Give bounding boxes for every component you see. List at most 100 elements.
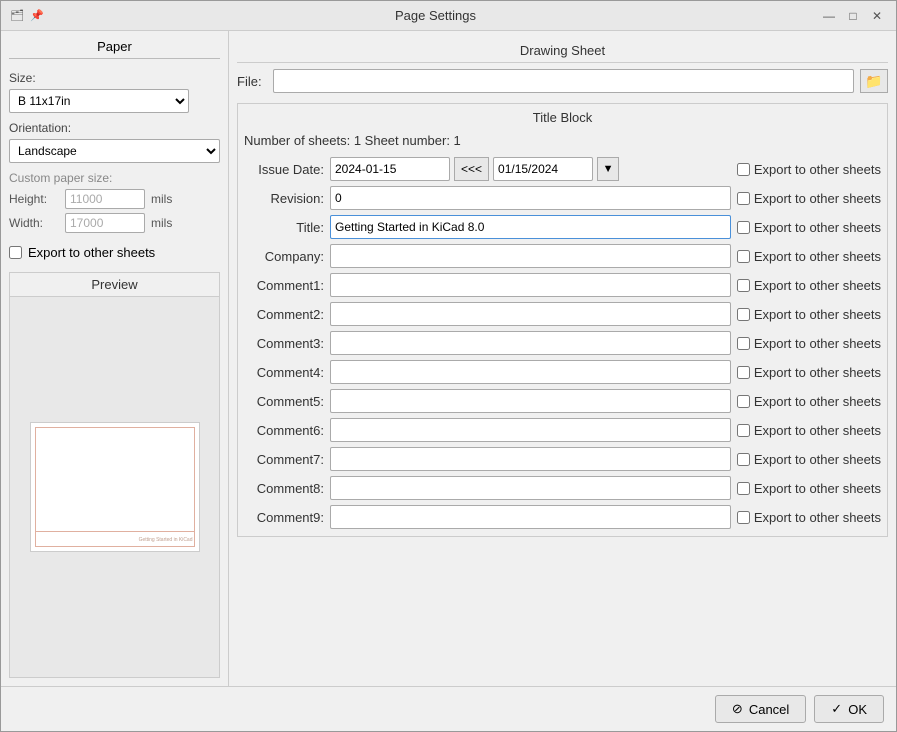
comment9-export-text: Export to other sheets [754,510,881,525]
issue-date-input[interactable] [330,157,450,181]
custom-size-section: Custom paper size: Height: mils Width: m… [9,171,220,233]
comment4-row: Comment4: Export to other sheets [244,359,881,385]
comment9-row: Comment9: Export to other sheets [244,504,881,530]
comment6-export-checkbox[interactable] [737,424,750,437]
revision-row: Revision: Export to other sheets [244,185,881,211]
revision-export-checkbox[interactable] [737,192,750,205]
file-input[interactable] [273,69,854,93]
custom-size-label: Custom paper size: [9,171,220,185]
comment3-export-label: Export to other sheets [737,336,881,351]
footer: ⊘ Cancel ✓ OK [1,686,896,731]
dialog-title: Page Settings [53,8,818,23]
file-row: File: 📁 [237,69,888,93]
title-bar-app-icons: 🗂 📌 [9,8,45,24]
ok-icon: ✓ [831,701,842,717]
comment6-input[interactable] [330,418,731,442]
comment8-label: Comment8: [244,481,324,496]
issue-date-row: Issue Date: <<< ▼ Export to other sheets [244,156,881,182]
comment3-input[interactable] [330,331,731,355]
comment1-label: Comment1: [244,278,324,293]
issue-date-formatted-input[interactable] [493,157,593,181]
cancel-icon: ⊘ [732,701,743,717]
comment1-input[interactable] [330,273,731,297]
cancel-button[interactable]: ⊘ Cancel [715,695,806,723]
issue-date-export-text: Export to other sheets [754,162,881,177]
title-block-inner: Issue Date: <<< ▼ Export to other sheets [244,156,881,530]
comment4-export-text: Export to other sheets [754,365,881,380]
comment8-export-checkbox[interactable] [737,482,750,495]
company-export-checkbox[interactable] [737,250,750,263]
minimize-button[interactable]: — [818,5,840,27]
comment3-label: Comment3: [244,336,324,351]
comment7-export-label: Export to other sheets [737,452,881,467]
size-group: Size: B 11x17in A4 A3 Letter [9,71,220,113]
ok-label: OK [848,702,867,717]
comment9-input[interactable] [330,505,731,529]
comment3-export-checkbox[interactable] [737,337,750,350]
comment5-export-checkbox[interactable] [737,395,750,408]
title-label: Title: [244,220,324,235]
date-arrow-button[interactable]: <<< [454,157,489,181]
size-select[interactable]: B 11x17in A4 A3 Letter [9,89,189,113]
comment5-input[interactable] [330,389,731,413]
browse-button[interactable]: 📁 [860,69,888,93]
preview-bottom-bar: Getting Started in KiCad [35,531,195,547]
company-input[interactable] [330,244,731,268]
comment1-export-text: Export to other sheets [754,278,881,293]
comment7-input[interactable] [330,447,731,471]
issue-date-export-checkbox[interactable] [737,163,750,176]
comment2-export-text: Export to other sheets [754,307,881,322]
comment5-export-text: Export to other sheets [754,394,881,409]
date-inputs: <<< ▼ [330,157,731,181]
title-export-checkbox[interactable] [737,221,750,234]
orientation-select[interactable]: Landscape Portrait [9,139,220,163]
left-export-checkbox[interactable] [9,246,22,259]
comment5-export-label: Export to other sheets [737,394,881,409]
width-mils-unit: mils [151,216,172,230]
preview-area: Getting Started in KiCad [10,297,219,677]
comment4-input[interactable] [330,360,731,384]
comment7-label: Comment7: [244,452,324,467]
title-export-text: Export to other sheets [754,220,881,235]
comment3-export-text: Export to other sheets [754,336,881,351]
comment7-export-checkbox[interactable] [737,453,750,466]
comment2-input[interactable] [330,302,731,326]
height-input[interactable] [65,189,145,209]
comment2-export-checkbox[interactable] [737,308,750,321]
comment1-export-checkbox[interactable] [737,279,750,292]
close-button[interactable]: ✕ [866,5,888,27]
date-dropdown-button[interactable]: ▼ [597,157,619,181]
comment6-export-label: Export to other sheets [737,423,881,438]
right-panel: Drawing Sheet File: 📁 Title Block Number… [229,31,896,686]
dialog: 🗂 📌 Page Settings — □ ✕ Paper Size: B 11… [0,0,897,732]
company-export-label: Export to other sheets [737,249,881,264]
sheet-info-row: Number of sheets: 1 Sheet number: 1 [244,133,881,148]
width-input[interactable] [65,213,145,233]
company-export-text: Export to other sheets [754,249,881,264]
preview-section: Preview Getting Started in KiCad [9,272,220,678]
comment4-export-checkbox[interactable] [737,366,750,379]
comment2-row: Comment2: Export to other sheets [244,301,881,327]
preview-title: Preview [10,273,219,297]
size-label: Size: [9,71,220,85]
comment9-export-checkbox[interactable] [737,511,750,524]
revision-input[interactable] [330,186,731,210]
title-export-label: Export to other sheets [737,220,881,235]
preview-text: Getting Started in KiCad [139,537,193,543]
preview-inner-border [35,427,195,547]
title-block-header: Title Block [244,110,881,125]
comment8-input[interactable] [330,476,731,500]
issue-date-export-label: Export to other sheets [737,162,881,177]
title-input[interactable] [330,215,731,239]
restore-button[interactable]: □ [842,5,864,27]
orientation-group: Orientation: Landscape Portrait [9,121,220,163]
comment4-label: Comment4: [244,365,324,380]
paper-section-title: Paper [9,39,220,59]
cancel-label: Cancel [749,702,789,717]
comment1-export-label: Export to other sheets [737,278,881,293]
comment9-label: Comment9: [244,510,324,525]
ok-button[interactable]: ✓ OK [814,695,884,723]
comment5-row: Comment5: Export to other sheets [244,388,881,414]
width-label: Width: [9,216,59,230]
left-export-row: Export to other sheets [9,245,220,260]
